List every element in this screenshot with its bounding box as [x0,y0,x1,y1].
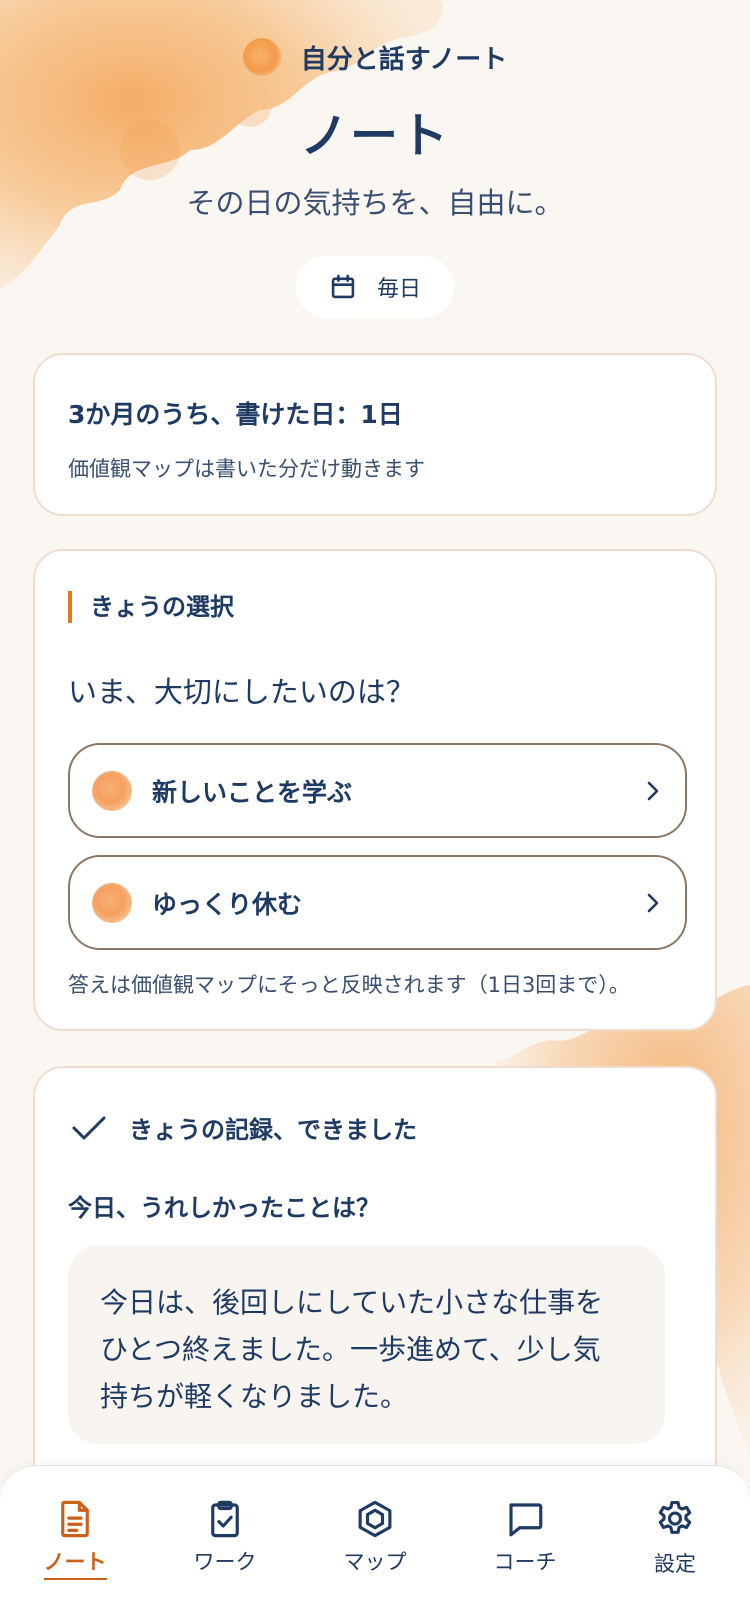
app-name: 自分と話すノート [300,44,508,75]
frequency-label: 毎日 [376,277,421,302]
watercolor-dot-icon [92,770,132,811]
record-status-label: きょうの記録、できました [129,1116,417,1144]
choice-option-label: ゆっくり休む [152,889,303,919]
document-icon [61,1500,89,1538]
section-label: きょうの選択 [68,591,234,623]
chevron-right-icon [647,781,659,800]
choice-option[interactable]: 新しいことを学ぶ [68,743,687,838]
checkmark-icon [72,1116,106,1139]
tab-note[interactable]: ノート [25,1498,125,1580]
record-prompt: 今日、うれしかったことは？ [68,1194,380,1222]
chevron-right-icon [647,893,659,912]
choice-question: いま、大切にしたいのは？ [68,675,415,709]
daily-choice-card: きょうの選択 いま、大切にしたいのは？ 新しいことを学ぶ ゆっくり休む 答えは価… [33,549,717,1031]
gear-icon [658,1501,692,1534]
tab-label: 設定 [654,1552,696,1576]
choice-option-label: 新しいことを学ぶ [152,777,353,807]
hexagon-icon [358,1500,392,1538]
written-days-count: 3か月のうち、書けた日：1日 [68,400,403,429]
summary-description: 価値観マップは書いた分だけ動きます [68,457,425,481]
watercolor-dot-icon [92,882,132,923]
tab-coach[interactable]: コーチ [475,1498,575,1576]
tab-label: コーチ [493,1550,557,1574]
choice-note: 答えは価値観マップにそっと反映されます（1日3回まで）。 [68,973,630,997]
answer-line: ひとつ終えました。一歩進めて、少し気 [100,1333,601,1366]
app-logo-icon [242,38,281,76]
header: 自分と話すノート ノート その日の気持ちを、自由に。 毎日 [0,0,750,330]
tab-settings[interactable]: 設定 [625,1498,725,1578]
tab-label: ノート [43,1546,107,1580]
page-subtitle: その日の気持ちを、自由に。 [186,186,564,220]
record-status: きょうの記録、できました [71,1110,417,1145]
calendar-icon [331,274,355,299]
tab-label: マップ [343,1550,407,1574]
answer-line: 今日は、後回しにしていた小さな仕事を [100,1286,604,1319]
tab-label: ワーク [193,1550,257,1574]
answer-line: 持ちが軽くなりました。 [100,1380,409,1413]
record-answer[interactable]: 今日は、後回しにしていた小さな仕事を ひとつ終えました。一歩進めて、少し気 持ち… [68,1245,665,1444]
tab-work[interactable]: ワーク [175,1498,275,1576]
choice-option[interactable]: ゆっくり休む [68,855,687,950]
tab-map[interactable]: マップ [325,1498,425,1576]
summary-card: 3か月のうち、書けた日：1日 価値観マップは書いた分だけ動きます [33,353,717,516]
chat-bubble-icon [509,1503,543,1537]
bottom-tab-bar: ノート ワーク マップ コーチ 設定 [0,1465,750,1624]
app-brand: 自分と話すノート [0,38,750,76]
clipboard-check-icon [211,1500,239,1538]
frequency-selector[interactable]: 毎日 [296,256,454,318]
page-title: ノート [299,108,450,164]
